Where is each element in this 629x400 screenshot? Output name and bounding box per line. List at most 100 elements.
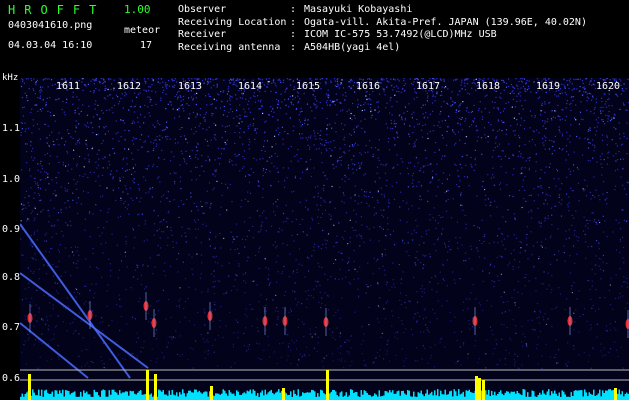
- noise-dot: [477, 250, 479, 252]
- noise-dot: [404, 89, 406, 91]
- noise-dot: [276, 245, 278, 247]
- noise-dot: [569, 78, 572, 80]
- noise-dot: [468, 320, 470, 322]
- noise-dot: [459, 278, 461, 280]
- noise-dot: [530, 209, 532, 211]
- noise-dot: [317, 209, 320, 211]
- noise-dot: [324, 292, 326, 294]
- noise-dot: [617, 168, 619, 171]
- noise-dot: [213, 123, 215, 125]
- noise-dot: [607, 152, 609, 154]
- noise-dot: [592, 95, 594, 97]
- noise-dot: [81, 81, 83, 83]
- noise-dot: [608, 98, 610, 100]
- noise-dot: [398, 91, 400, 93]
- noise-dot: [351, 159, 353, 161]
- noise-dot: [37, 184, 39, 186]
- noise-dot: [387, 206, 389, 208]
- noise-dot: [170, 151, 173, 153]
- noise-dot: [296, 271, 298, 274]
- noise-dot: [443, 242, 445, 244]
- noise-dot: [95, 161, 97, 163]
- noise-dot: [611, 139, 613, 141]
- noise-dot: [236, 98, 238, 100]
- histogram-baseline: [251, 393, 253, 400]
- noise-dot: [356, 126, 358, 128]
- noise-dot: [500, 273, 502, 275]
- noise-dot: [378, 93, 380, 95]
- noise-dot: [65, 207, 67, 209]
- noise-dot: [442, 216, 444, 218]
- noise-dot: [353, 131, 355, 133]
- noise-dot: [206, 140, 209, 142]
- noise-dot: [408, 103, 410, 105]
- noise-dot: [527, 319, 529, 321]
- noise-dot: [163, 89, 165, 91]
- noise-dot: [593, 108, 595, 110]
- histogram-baseline: [303, 393, 305, 400]
- noise-dot: [155, 103, 157, 105]
- noise-dot: [200, 273, 202, 275]
- noise-dot: [57, 212, 60, 214]
- noise-dot: [137, 117, 139, 119]
- noise-dot: [517, 155, 519, 157]
- noise-dot: [190, 196, 192, 198]
- noise-dot: [584, 179, 586, 181]
- noise-dot: [455, 109, 457, 111]
- noise-dot: [513, 234, 515, 236]
- noise-dot: [333, 140, 335, 142]
- noise-dot: [56, 266, 58, 268]
- noise-dot: [210, 273, 213, 275]
- noise-dot: [132, 137, 135, 139]
- noise-dot: [554, 135, 556, 137]
- noise-dot: [76, 288, 78, 290]
- noise-dot: [323, 357, 325, 359]
- noise-dot: [519, 91, 521, 93]
- noise-dot: [265, 230, 268, 232]
- noise-dot: [204, 113, 207, 115]
- noise-dot: [526, 233, 528, 236]
- noise-dot: [292, 210, 294, 212]
- noise-dot: [422, 113, 424, 115]
- info-value: Ogata-vill. Akita-Pref. JAPAN (139.96E, …: [304, 16, 587, 28]
- noise-dot: [492, 167, 494, 169]
- noise-dot: [495, 96, 497, 98]
- noise-dot: [541, 283, 543, 285]
- noise-dot: [58, 251, 60, 253]
- noise-dot: [129, 187, 131, 189]
- noise-dot: [406, 110, 408, 112]
- noise-dot: [411, 175, 413, 177]
- noise-dot: [454, 331, 456, 333]
- noise-dot: [378, 240, 380, 242]
- noise-dot: [544, 140, 546, 142]
- noise-dot: [383, 196, 386, 198]
- noise-dot: [604, 220, 606, 222]
- noise-dot: [451, 104, 454, 106]
- noise-dot: [402, 200, 404, 202]
- noise-dot: [487, 174, 489, 176]
- noise-dot: [204, 138, 206, 141]
- histogram-baseline: [71, 393, 73, 400]
- noise-dot: [531, 254, 533, 256]
- noise-dot: [513, 363, 516, 365]
- noise-dot: [258, 108, 260, 110]
- noise-dot: [298, 263, 300, 265]
- noise-dot: [514, 353, 516, 355]
- noise-dot: [619, 78, 621, 80]
- noise-dot: [140, 197, 142, 199]
- noise-dot: [427, 97, 429, 99]
- histogram-baseline: [279, 392, 281, 400]
- noise-dot: [429, 253, 431, 255]
- noise-dot: [176, 94, 178, 96]
- noise-dot: [521, 293, 523, 295]
- noise-dot: [317, 342, 319, 344]
- noise-dot: [342, 128, 344, 130]
- noise-dot: [34, 177, 36, 179]
- noise-dot: [77, 197, 80, 199]
- noise-dot: [606, 135, 608, 137]
- noise-dot: [373, 214, 376, 216]
- noise-dot: [587, 129, 590, 131]
- noise-dot: [241, 93, 243, 95]
- noise-dot: [74, 112, 76, 114]
- noise-dot: [315, 280, 317, 282]
